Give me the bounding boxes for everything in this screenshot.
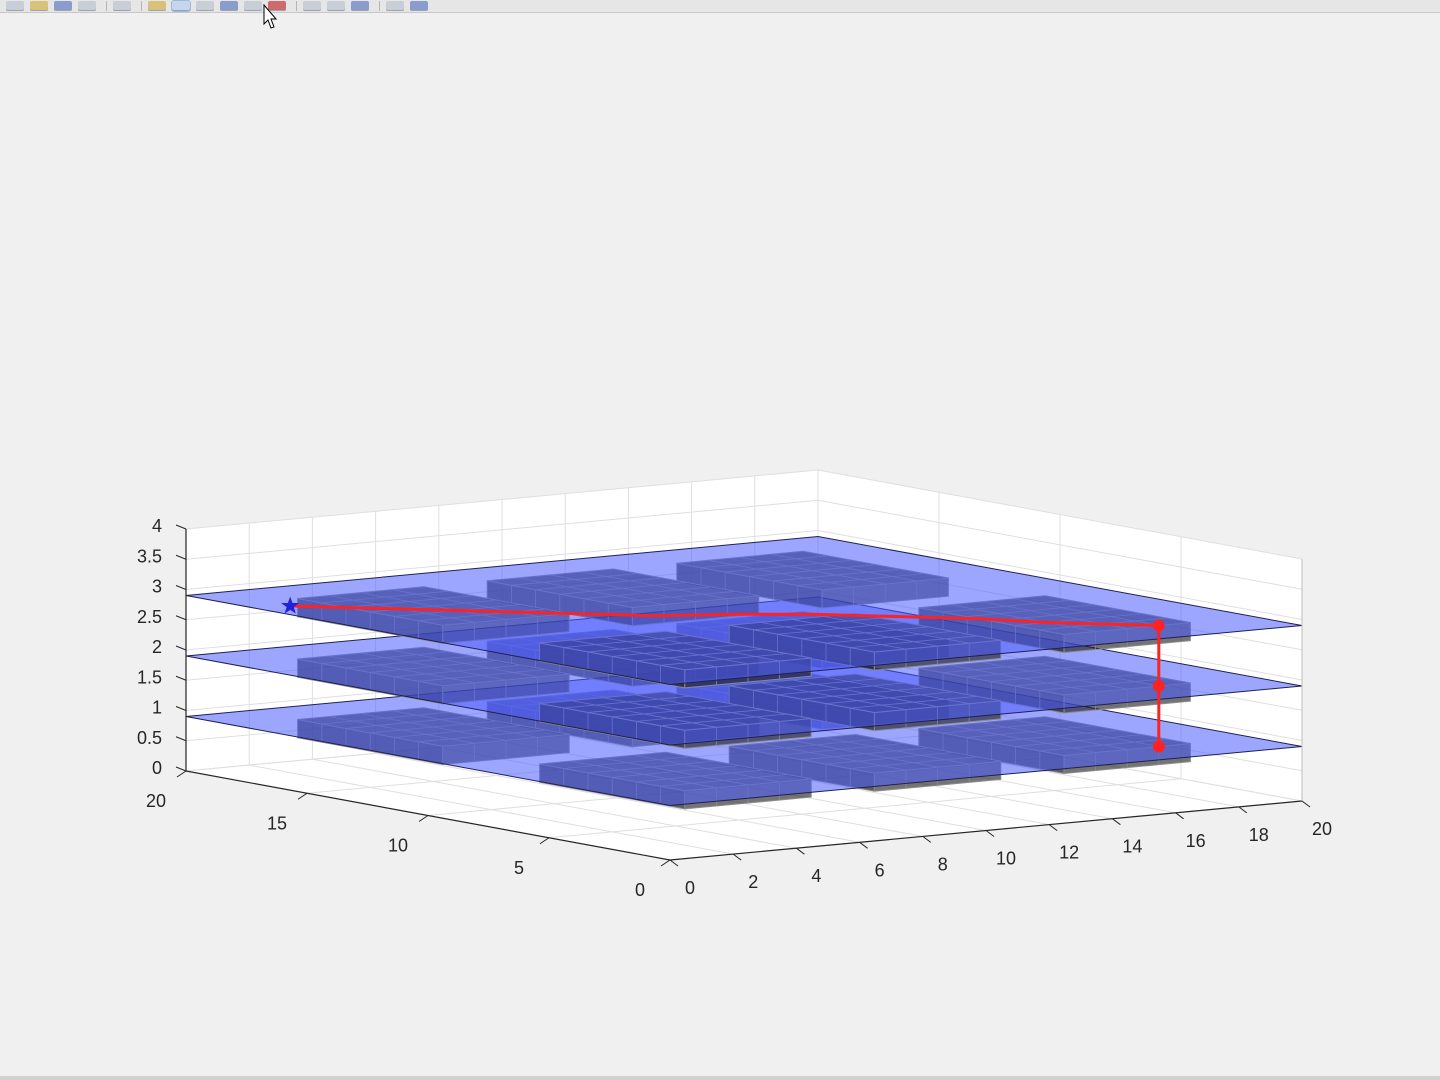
y-tick-label: 5: [514, 858, 524, 878]
z-tick-label: 1.5: [137, 667, 162, 687]
path-waypoint-marker: [1152, 680, 1165, 692]
y-tick-mark: [297, 792, 308, 800]
x-tick-mark: [732, 853, 742, 861]
y-tick-label: 20: [146, 791, 166, 811]
z-tick-mark: [175, 736, 187, 742]
x-tick-mark: [985, 830, 995, 837]
y-tick-label: 15: [267, 813, 287, 833]
x-tick-mark: [796, 847, 805, 855]
y-tick-mark: [539, 837, 550, 845]
z-tick-mark: [175, 766, 187, 772]
y-tick-label: 10: [388, 836, 408, 856]
z-tick-label: 0: [152, 758, 162, 778]
x-tick-label: 16: [1186, 831, 1206, 851]
x-tick-label: 20: [1312, 819, 1332, 839]
x-tick-mark: [1175, 812, 1184, 820]
y-tick-mark: [418, 815, 429, 822]
x-tick-mark: [1112, 818, 1121, 826]
z-tick-label: 2: [152, 637, 162, 657]
x-tick-label: 12: [1059, 843, 1079, 863]
z-tick-mark: [175, 585, 187, 590]
z-tick-mark: [175, 524, 187, 530]
window-bottom-edge: [0, 1076, 1440, 1080]
x-tick-mark: [859, 841, 868, 849]
z-tick-mark: [175, 554, 187, 560]
path-waypoint-marker: [1152, 619, 1165, 632]
z-tick-mark: [175, 706, 187, 711]
z-tick-label: 4: [152, 516, 162, 536]
y-tick-label: 0: [635, 880, 645, 900]
x-tick-mark: [1238, 806, 1248, 814]
x-tick-label: 8: [938, 854, 948, 874]
z-tick-label: 0.5: [137, 728, 162, 748]
x-tick-label: 6: [875, 860, 885, 880]
x-tick-label: 10: [996, 849, 1016, 869]
z-tick-label: 1: [152, 698, 162, 718]
z-tick-label: 2.5: [137, 607, 162, 627]
z-tick-label: 3: [152, 577, 162, 597]
y-tick-mark: [660, 859, 671, 867]
x-tick-label: 4: [811, 866, 821, 886]
x-tick-mark: [669, 859, 679, 867]
x-tick-label: 0: [685, 878, 695, 898]
x-tick-label: 18: [1249, 825, 1269, 845]
plot-axes-3d[interactable]: 0 2 4 6 8 10 12 14 16 18 20 0 5 10 15 20 0 0.5 1 1.5 2 2.5 3 3.…: [0, 0, 1440, 1080]
x-tick-mark: [922, 836, 932, 843]
x-tick-label: 2: [748, 872, 758, 892]
x-tick-mark: [1301, 800, 1311, 808]
y-tick-mark: [176, 770, 187, 778]
x-tick-mark: [1048, 824, 1058, 831]
x-tick-label: 14: [1122, 837, 1142, 857]
z-tick-label: 3.5: [137, 546, 162, 566]
z-tick-mark: [175, 675, 187, 681]
path-waypoint-marker: [1152, 740, 1165, 753]
z-tick-mark: [175, 615, 187, 621]
z-tick-mark: [175, 645, 187, 651]
